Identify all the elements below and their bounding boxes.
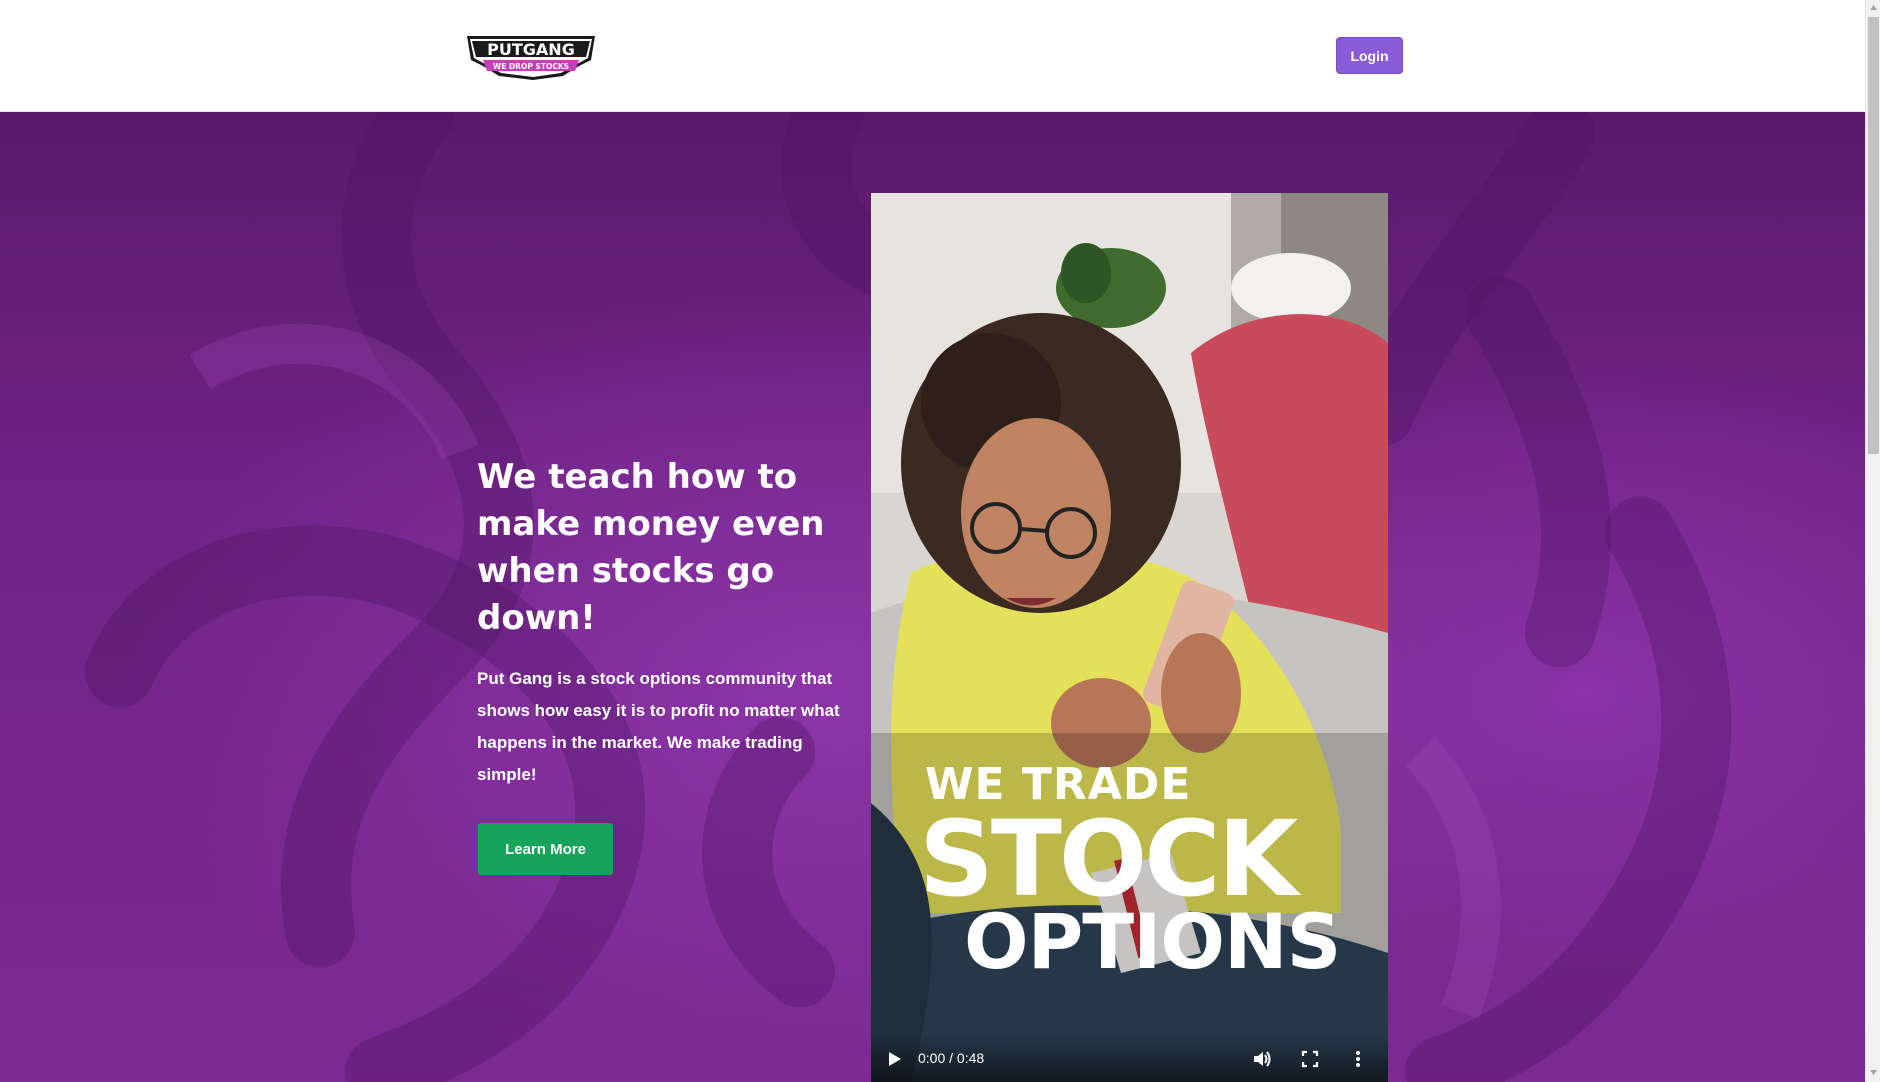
- logo-tagline: WE DROP STOCKS: [493, 62, 569, 71]
- hero-section: We teach how to make money even when sto…: [0, 112, 1865, 1082]
- promo-video-player[interactable]: WE TRADE STOCK OPTIONS 0:00 / 0:48: [871, 193, 1388, 1082]
- video-time: 0:00 / 0:48: [918, 1050, 985, 1066]
- putgang-logo[interactable]: PUTGANG WE DROP STOCKS: [463, 30, 599, 82]
- play-icon[interactable]: [883, 1048, 905, 1070]
- hero-description: Put Gang is a stock options community th…: [477, 669, 840, 784]
- page-scrollbar[interactable]: [1865, 0, 1880, 1082]
- login-button[interactable]: Login: [1336, 37, 1403, 74]
- fullscreen-icon[interactable]: [1299, 1048, 1321, 1070]
- scroll-up-arrow-icon[interactable]: [1869, 3, 1878, 12]
- learn-more-button[interactable]: Learn More: [478, 823, 613, 875]
- site-header: PUTGANG WE DROP STOCKS Login: [0, 0, 1865, 112]
- scroll-down-arrow-icon[interactable]: [1869, 1068, 1878, 1077]
- hero-headline: We teach how to make money even when sto…: [477, 457, 825, 638]
- scroll-thumb[interactable]: [1868, 17, 1879, 454]
- more-options-icon[interactable]: [1347, 1048, 1369, 1070]
- logo-wordmark: PUTGANG: [487, 40, 575, 59]
- volume-icon[interactable]: [1251, 1048, 1273, 1070]
- video-controls: 0:00 / 0:48: [871, 1034, 1388, 1082]
- overlay-options: OPTIONS: [964, 897, 1341, 986]
